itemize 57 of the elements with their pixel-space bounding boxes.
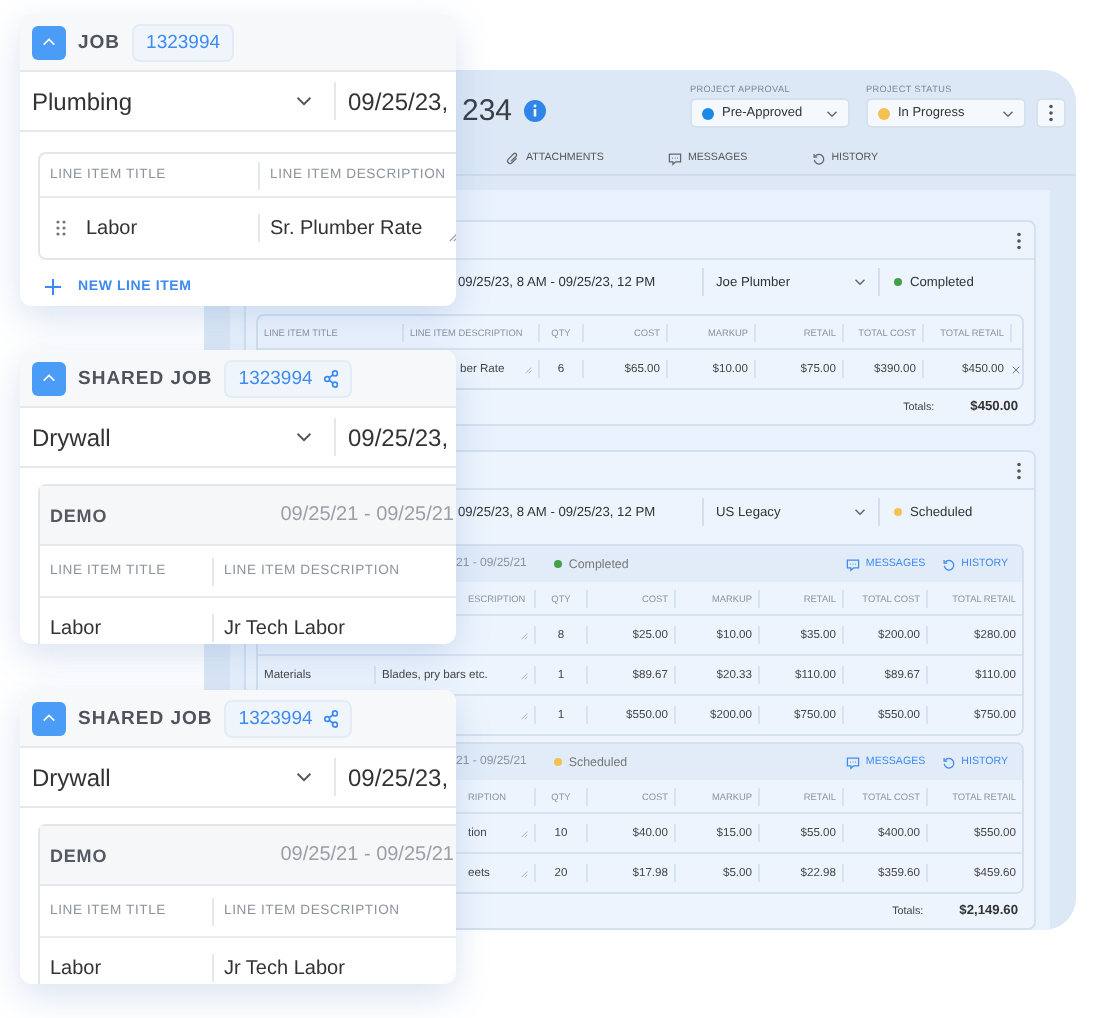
chat-icon — [845, 557, 860, 571]
job-label: SHARED JOB — [78, 367, 213, 389]
drag-handle-icon[interactable] — [56, 220, 66, 236]
chat-icon — [845, 755, 860, 769]
job-label: SHARED JOB — [78, 707, 213, 729]
caret-icon — [854, 278, 866, 286]
history-icon — [941, 557, 956, 571]
caret-icon — [296, 96, 312, 106]
caret-icon — [296, 432, 312, 442]
trade-dropdown[interactable]: Plumbing — [20, 82, 336, 120]
caret-icon — [296, 772, 312, 782]
resize-icon[interactable] — [448, 232, 456, 242]
project-title: 234 — [462, 93, 513, 127]
caret-icon — [854, 508, 866, 516]
kebab-icon — [1015, 461, 1021, 479]
kebab-icon — [1048, 104, 1054, 122]
job-label: JOB — [78, 31, 121, 53]
history-icon — [811, 151, 826, 165]
chevron-up-icon — [42, 374, 56, 382]
caret-icon — [1002, 109, 1014, 117]
table-cell: Jr Tech Labor — [224, 617, 345, 639]
group-name: DEMO — [50, 845, 108, 865]
table-cell: Labor — [50, 957, 102, 979]
resize-icon[interactable] — [524, 365, 532, 373]
history-icon — [941, 755, 956, 769]
paperclip-icon — [506, 151, 520, 165]
chat-icon — [667, 151, 682, 165]
chevron-up-icon — [42, 38, 56, 46]
more-button[interactable] — [1036, 98, 1066, 128]
caret-icon — [826, 109, 838, 117]
date-range: 09/25/21 - 09/25/21 — [280, 844, 454, 866]
group-name: DEMO — [50, 505, 108, 525]
table-cell: Sr. Plumber Rate — [270, 217, 423, 239]
resize-icon[interactable] — [520, 631, 528, 639]
collapse-button[interactable] — [32, 361, 66, 395]
collapse-button[interactable] — [32, 25, 66, 59]
share-icon — [324, 709, 339, 727]
resize-icon[interactable] — [520, 869, 528, 877]
trade-dropdown[interactable]: Drywall — [20, 758, 336, 796]
date-text: 09/25/23, — [346, 763, 449, 791]
resize-icon[interactable] — [520, 711, 528, 719]
table-cell: Labor — [86, 217, 138, 239]
collapse-button[interactable] — [32, 701, 66, 735]
close-icon[interactable] — [1012, 365, 1020, 373]
info-icon[interactable] — [524, 99, 547, 121]
trade-dropdown[interactable]: Drywall — [20, 418, 336, 456]
date-text: 09/25/23, — [346, 87, 449, 115]
date-text: 09/25/23, — [346, 423, 449, 451]
resize-icon[interactable] — [520, 671, 528, 679]
kebab-icon — [1015, 231, 1021, 249]
date-range: 09/25/21 - 09/25/21 — [280, 504, 454, 526]
table-cell: Labor — [50, 617, 102, 639]
share-icon — [324, 369, 339, 387]
resize-icon[interactable] — [520, 829, 528, 837]
table-cell: Jr Tech Labor — [224, 957, 345, 979]
plus-icon — [44, 278, 62, 296]
chevron-up-icon — [42, 714, 56, 722]
